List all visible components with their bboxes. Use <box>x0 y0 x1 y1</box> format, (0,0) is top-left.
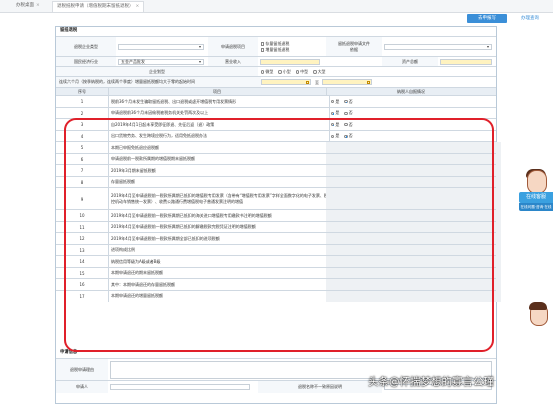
yes-label: 是 <box>335 98 340 104</box>
radio-icon <box>331 111 335 116</box>
size-opt-small[interactable]: 小型 <box>278 69 291 75</box>
yes-label: 是 <box>335 110 340 116</box>
applicant-input[interactable] <box>110 384 250 390</box>
checkbox-icon <box>261 42 265 46</box>
doc-select[interactable] <box>384 44 492 50</box>
yes-label: 是 <box>335 133 340 139</box>
period-label: 连续六个月（按季纳税的，连续两个季度）增量留抵税额均大于零的起始时间 <box>56 77 261 87</box>
chevron-down-icon <box>199 61 201 63</box>
row-item-text: 本期申请退还的增量留抵税额 <box>108 290 330 302</box>
tab-label: 退税抵税申请（增值税期末留抵退税） <box>57 4 134 9</box>
query-link[interactable]: 办理查询 <box>511 14 549 23</box>
radio-icon <box>278 70 282 74</box>
tab-desktop[interactable]: 办税桌面 × <box>12 1 44 11</box>
calendar-icon[interactable] <box>306 80 309 84</box>
no-label: 否 <box>348 110 353 116</box>
yes-label: 是 <box>335 121 340 127</box>
close-icon[interactable]: × <box>136 4 140 9</box>
tab-bar: 办税桌面 × 退税抵税申请（增值税期末留抵退税） × <box>0 0 553 13</box>
doc-cell <box>382 37 496 57</box>
assets-input[interactable] <box>440 59 492 65</box>
industry-value: 五金产品批发 <box>121 59 145 64</box>
radio-icon <box>331 100 335 104</box>
answer-no[interactable]: 否 <box>344 98 353 105</box>
form-row-type: 退税企业类型 申请退税项目 存量留抵退税 增量留抵退税 留抵退税申请文件 依据 <box>56 36 496 57</box>
agent-face <box>527 170 547 194</box>
opt-label: 中型 <box>300 69 309 74</box>
size-opt-medium[interactable]: 中型 <box>295 69 309 75</box>
calendar-icon[interactable] <box>367 80 370 84</box>
assistant-avatar[interactable] <box>527 300 549 328</box>
checkbox-icon <box>261 48 265 52</box>
section-title-refund: 留抵退税 <box>60 28 78 33</box>
mismatch-label: 退税名称不一致原因说明 <box>258 381 382 393</box>
refund-item-options: 存量留抵退税 增量留抵退税 <box>258 37 329 57</box>
answer-no[interactable]: 否 <box>344 121 353 128</box>
online-service-label: 在线客服 <box>519 192 553 203</box>
answer-no[interactable]: 否 <box>344 133 353 139</box>
taxpayer-type-select[interactable] <box>118 44 204 50</box>
reason-label: 退税申请理由 <box>56 359 108 381</box>
taxpayer-type-label: 退税企业类型 <box>56 37 116 57</box>
radio-icon <box>313 70 317 74</box>
row-answer <box>326 188 501 210</box>
row-item-text: 2019年4月至申请退税前一税款所属期已抵扣的增值税专用发票（含带有“增值税专用… <box>108 188 330 210</box>
agent-avatar-icon <box>529 302 547 310</box>
refund-item-label: 申请退税项目 <box>208 37 258 57</box>
size-opt-micro[interactable]: 微型 <box>261 69 273 75</box>
table-row: 17 本期申请退还的增量留抵税额 <box>56 289 501 302</box>
primary-action-button[interactable]: 去申报写 <box>467 14 507 23</box>
section-title-apply: 申请信息 <box>60 350 78 355</box>
opt-label: 增量留抵退税 <box>265 47 290 52</box>
watermark-text: 头条@怀揣梦想的寡言公瑾 <box>368 376 494 388</box>
tab-refund-apply[interactable]: 退税抵税申请（增值税期末留抵退税） × <box>52 1 145 12</box>
period-end-input[interactable] <box>322 79 372 85</box>
period-cell: 至 <box>258 77 496 87</box>
revenue-input[interactable] <box>260 59 320 65</box>
period-separator: 至 <box>315 79 319 85</box>
online-service-sub: 在线问题·咨询·在线 <box>519 203 553 211</box>
applicant-cell <box>108 381 258 393</box>
answer-yes[interactable]: 是 <box>331 122 339 128</box>
industry-select[interactable]: 五金产品批发 <box>118 59 204 65</box>
top-actions: 去申报写 办理查询 <box>459 14 549 24</box>
chevron-down-icon <box>487 46 489 48</box>
radio-icon <box>331 123 335 127</box>
row-number: 17 <box>56 290 109 302</box>
form-row-period: 连续六个月（按季纳税的，连续两个季度）增量留抵税额均大于零的起始时间 至 <box>56 76 496 87</box>
taxpayer-type-cell <box>116 37 208 57</box>
answer-no[interactable]: 否 <box>344 110 353 116</box>
row-number: 9 <box>56 188 109 210</box>
table-row: 9 2019年4月至申请退税前一税款所属期已抵扣的增值税专用发票（含带有“增值税专… <box>56 187 501 210</box>
no-label: 否 <box>348 121 353 127</box>
radio-icon <box>344 111 348 115</box>
opt-label: 小型 <box>282 69 291 74</box>
chevron-down-icon <box>199 46 201 48</box>
radio-icon <box>344 100 348 104</box>
form-panel: 留抵退税 退税企业类型 申请退税项目 存量留抵退税 增量留抵退税 留抵退税申请文… <box>55 26 501 404</box>
radio-icon <box>331 134 335 138</box>
opt-label: 大型 <box>317 69 326 74</box>
doc-value: 依据 <box>350 47 358 52</box>
size-opt-large[interactable]: 大型 <box>313 69 326 75</box>
tab-label: 办税桌面 <box>16 3 34 8</box>
radio-icon <box>344 134 348 139</box>
no-label: 否 <box>348 133 353 139</box>
close-icon[interactable]: × <box>36 3 40 8</box>
online-service-widget[interactable]: 在线客服 在线问题·咨询·在线 <box>519 169 553 228</box>
opt-label: 微型 <box>265 69 274 74</box>
row-answer <box>326 290 501 302</box>
answer-yes[interactable]: 是 <box>331 110 339 116</box>
refund-opt-increment[interactable]: 增量留抵退税 <box>261 47 289 53</box>
answer-yes[interactable]: 是 <box>331 133 339 139</box>
radio-icon <box>344 123 348 127</box>
radio-icon <box>295 70 300 74</box>
answer-yes[interactable]: 是 <box>331 99 339 105</box>
applicant-label: 申请人 <box>56 381 108 393</box>
doc-label-cell: 留抵退税申请文件 依据 <box>326 37 382 57</box>
radio-icon <box>261 70 265 74</box>
no-label: 否 <box>348 98 353 104</box>
period-start-input[interactable] <box>261 79 311 85</box>
